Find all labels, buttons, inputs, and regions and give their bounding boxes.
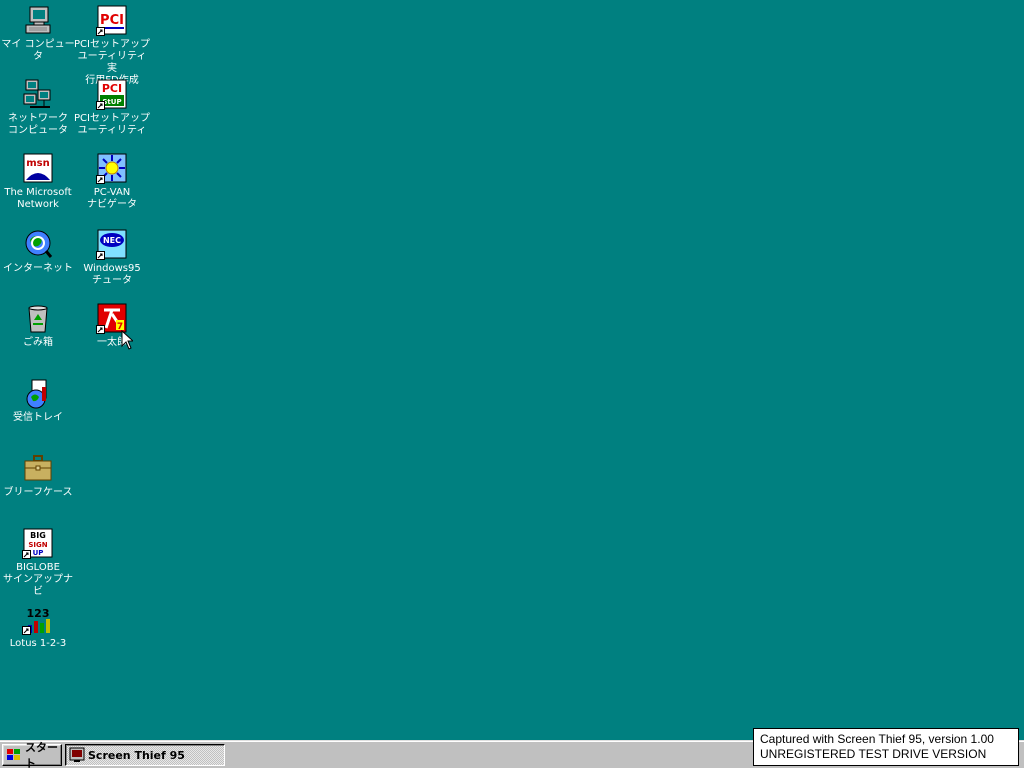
- desktop[interactable]: マイ コンピュータ ネットワーク コンピュータ msn The Microsof…: [0, 0, 1024, 740]
- shortcut-arrow-icon: [96, 101, 105, 110]
- start-label: スタート: [25, 741, 58, 770]
- desktop-icon-network-computer[interactable]: ネットワーク コンピュータ: [0, 78, 76, 137]
- desktop-icon-pci-setup-fd[interactable]: PCI PCIセットアップ ユーティリティ 実 行用FD作成: [74, 4, 150, 87]
- desktop-icon-recycle-bin[interactable]: ごみ箱: [0, 302, 76, 349]
- windows-logo-icon: [6, 747, 22, 763]
- inbox-icon: [22, 377, 54, 409]
- icon-label: The Microsoft Network: [4, 187, 72, 210]
- svg-text:StUP: StUP: [102, 98, 121, 106]
- msn-icon: msn: [22, 152, 54, 184]
- desktop-icon-windows95-tutor[interactable]: NEC Windows95 チュータ: [74, 228, 150, 287]
- pci-setup-utility-icon: PCI StUP: [96, 78, 128, 110]
- desktop-icon-pc-van-navigator[interactable]: PC-VAN ナビゲータ: [74, 152, 150, 211]
- shortcut-arrow-icon: [22, 550, 31, 559]
- shortcut-arrow-icon: [96, 325, 105, 334]
- watermark-line-2: UNREGISTERED TEST DRIVE VERSION: [760, 747, 987, 761]
- icon-label: Lotus 1-2-3: [9, 638, 67, 649]
- desktop-icon-internet[interactable]: インターネット: [0, 228, 76, 275]
- icon-label: 一太郎: [97, 337, 127, 348]
- icon-label: PC-VAN ナビゲータ: [87, 187, 137, 210]
- icon-label: ごみ箱: [23, 337, 53, 348]
- shortcut-arrow-icon: [96, 251, 105, 260]
- shortcut-arrow-icon: [96, 27, 105, 36]
- screen-thief-icon: [69, 747, 85, 763]
- taskbar-button-screen-thief[interactable]: Screen Thief 95: [65, 744, 225, 766]
- svg-text:UP: UP: [33, 549, 44, 557]
- capture-watermark: Captured with Screen Thief 95, version 1…: [753, 728, 1019, 766]
- lotus-123-icon: 123: [22, 603, 54, 635]
- svg-text:NEC: NEC: [103, 236, 121, 245]
- icon-label: Windows95 チュータ: [83, 263, 141, 286]
- mouse-pointer-icon: [121, 329, 135, 354]
- biglobe-signup-icon: BIG SIGN UP: [22, 527, 54, 559]
- watermark-line-1: Captured with Screen Thief 95, version 1…: [760, 732, 994, 746]
- icon-label: 受信トレイ: [13, 412, 63, 423]
- icon-label: インターネット: [3, 263, 73, 274]
- pci-setup-fd-icon: PCI: [96, 4, 128, 36]
- pc-van-navigator-icon: [96, 152, 128, 184]
- svg-text:SIGN: SIGN: [28, 541, 47, 549]
- icon-label: ネットワーク コンピュータ: [8, 113, 68, 136]
- nec-windows95-tutor-icon: NEC: [96, 228, 128, 260]
- svg-text:BIG: BIG: [30, 531, 46, 540]
- svg-text:msn: msn: [26, 158, 50, 169]
- desktop-icon-pci-setup-utility[interactable]: PCI StUP PCIセットアップ ユーティリティ: [74, 78, 150, 137]
- task-label: Screen Thief 95: [88, 748, 185, 762]
- svg-text:PCI: PCI: [102, 82, 122, 95]
- start-button[interactable]: スタート: [2, 741, 62, 770]
- internet-icon: [22, 228, 54, 260]
- icon-label: ブリーフケース: [3, 487, 73, 498]
- desktop-icon-biglobe-signup[interactable]: BIG SIGN UP BIGLOBE サインアップナビ: [0, 527, 76, 598]
- desktop-icon-briefcase[interactable]: ブリーフケース: [0, 452, 76, 499]
- desktop-icon-ichitaro[interactable]: 7 一太郎: [74, 302, 150, 349]
- desktop-icon-my-computer[interactable]: マイ コンピュータ: [0, 4, 76, 63]
- desktop-icon-msn[interactable]: msn The Microsoft Network: [0, 152, 76, 211]
- icon-label: マイ コンピュータ: [1, 39, 75, 62]
- recycle-bin-icon: [22, 302, 54, 334]
- shortcut-arrow-icon: [22, 626, 31, 635]
- my-computer-icon: [22, 4, 54, 36]
- icon-label: BIGLOBE サインアップナビ: [3, 562, 73, 597]
- network-computer-icon: [22, 78, 54, 110]
- svg-text:123: 123: [27, 607, 50, 620]
- svg-text:PCI: PCI: [100, 13, 124, 28]
- briefcase-icon: [22, 452, 54, 484]
- desktop-icon-inbox[interactable]: 受信トレイ: [0, 377, 76, 424]
- shortcut-arrow-icon: [96, 175, 105, 184]
- desktop-icon-lotus-123[interactable]: 123 Lotus 1-2-3: [0, 603, 76, 650]
- icon-label: PCIセットアップ ユーティリティ: [74, 113, 150, 136]
